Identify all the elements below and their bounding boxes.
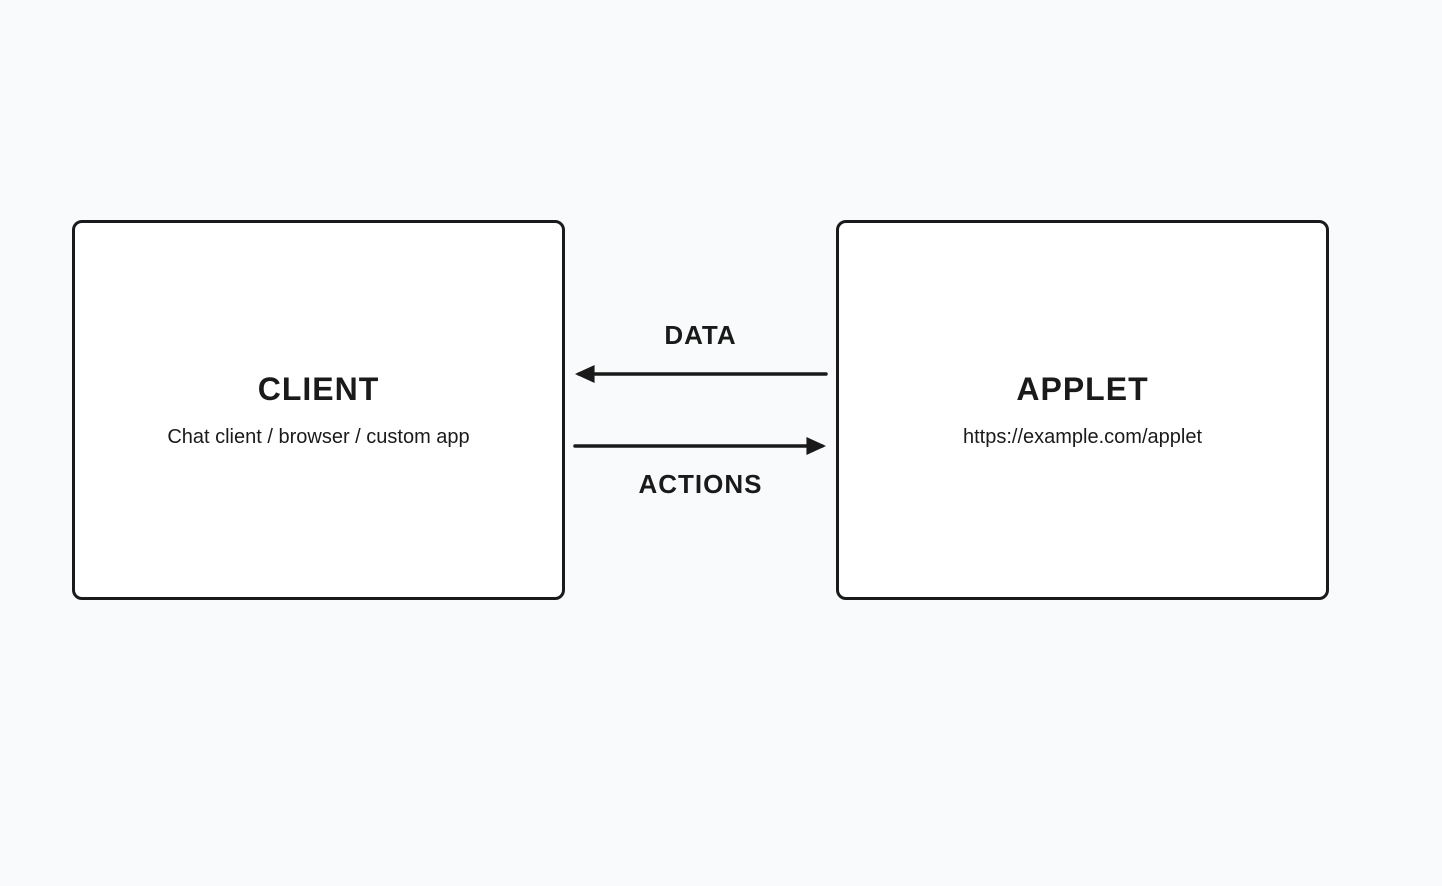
actions-arrow-group: ACTIONS <box>573 435 828 500</box>
client-box: CLIENT Chat client / browser / custom ap… <box>72 220 565 600</box>
applet-title: APPLET <box>1016 371 1148 408</box>
actions-arrow-label: ACTIONS <box>639 469 763 500</box>
data-arrow-group: DATA <box>573 320 828 385</box>
arrow-left-icon <box>573 363 828 385</box>
diagram-container: CLIENT Chat client / browser / custom ap… <box>72 220 1329 600</box>
applet-subtitle: https://example.com/applet <box>963 426 1202 449</box>
data-arrow-label: DATA <box>664 320 736 351</box>
applet-box: APPLET https://example.com/applet <box>836 220 1329 600</box>
client-subtitle: Chat client / browser / custom app <box>167 426 469 449</box>
arrow-right-icon <box>573 435 828 457</box>
arrows-container: DATA ACTIONS <box>565 220 836 600</box>
client-title: CLIENT <box>258 371 380 408</box>
